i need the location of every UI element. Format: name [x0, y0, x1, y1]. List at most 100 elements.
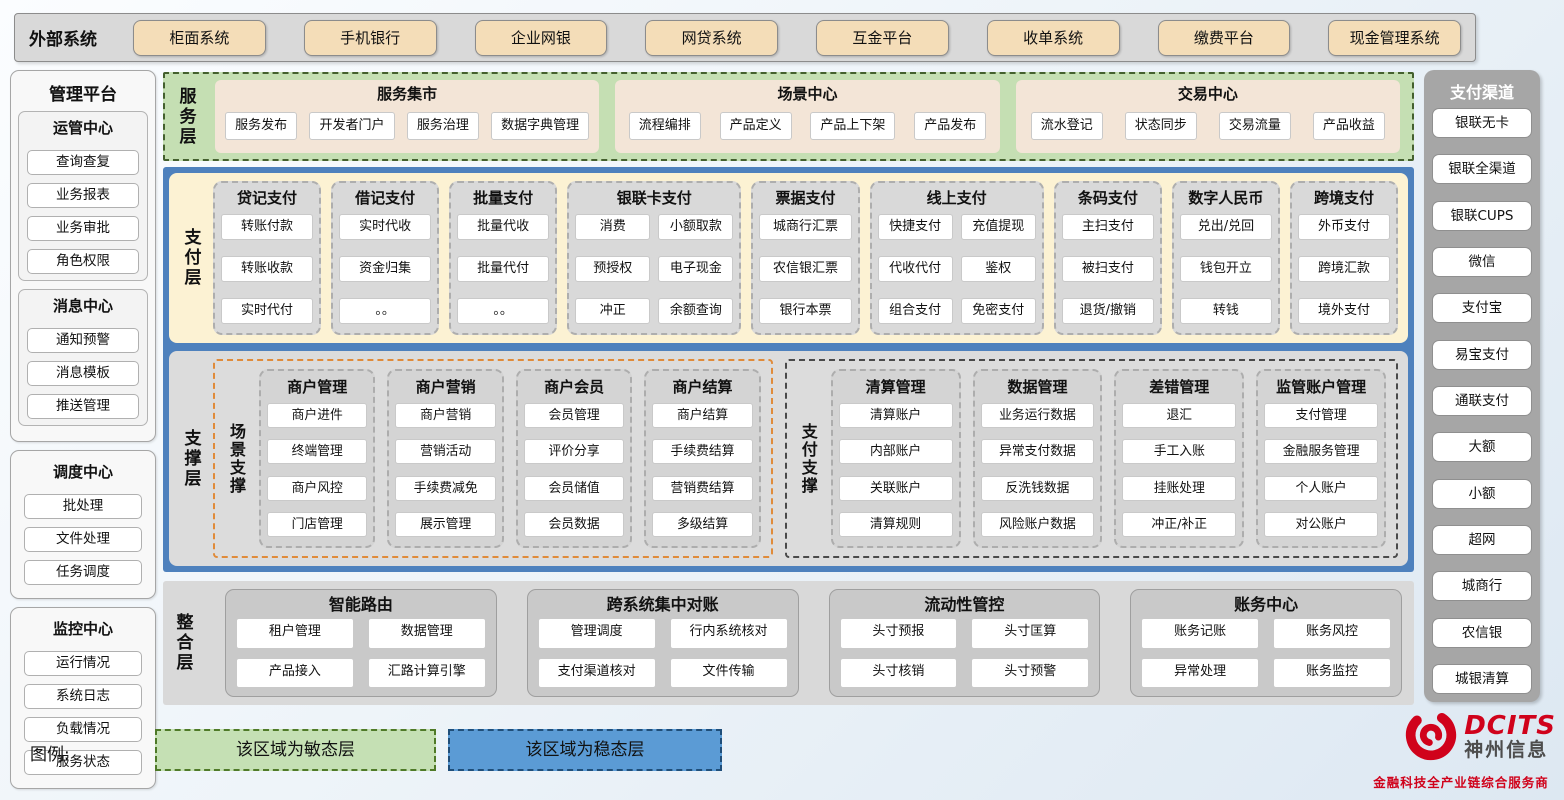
service-item-button: 产品上下架 — [810, 112, 895, 140]
support-group-items: 支付管理金融服务管理个人账户对公账户 — [1264, 400, 1378, 540]
payment-group-title: 银联卡支付 — [575, 186, 733, 211]
support-group-title: 商户营销 — [395, 374, 495, 400]
management-groups-middle: 调度中心批处理文件处理任务调度 — [10, 450, 156, 599]
payment-group-items: 快捷支付充值提现代收代付鉴权组合支付免密支付 — [878, 211, 1036, 327]
external-systems-bar: 外部系统 柜面系统手机银行企业网银网贷系统互金平台收单系统缴费平台现金管理系统 — [14, 13, 1476, 62]
management-item-button: 批处理 — [24, 494, 142, 519]
integration-item-button: 头寸核销 — [840, 658, 958, 689]
integration-item-button: 支付渠道核对 — [538, 658, 656, 689]
payment-channel-button: 城银清算 — [1432, 664, 1532, 694]
payment-item-button: 余额查询 — [658, 298, 733, 324]
service-item-button: 数据字典管理 — [491, 112, 589, 140]
legend-label: 图例: — [30, 740, 70, 765]
payment-item-button: 实时代付 — [221, 298, 313, 324]
payment-item-button: 转账收款 — [221, 256, 313, 282]
management-item-button: 负载情况 — [24, 717, 142, 742]
support-item-button: 风险账户数据 — [981, 512, 1095, 537]
support-item-button: 反洗钱数据 — [981, 476, 1095, 501]
management-group: 调度中心批处理文件处理任务调度 — [16, 456, 150, 591]
integration-item-button: 账务记账 — [1141, 618, 1259, 649]
payment-item-button: 免密支付 — [961, 298, 1036, 324]
architecture-diagram: 外部系统 柜面系统手机银行企业网银网贷系统互金平台收单系统缴费平台现金管理系统 … — [0, 0, 1564, 800]
payment-group-items: 消费小额取款预授权电子现金冲正余额查询 — [575, 211, 733, 327]
support-item-button: 商户进件 — [267, 403, 367, 428]
integration-item-button: 头寸预警 — [971, 658, 1089, 689]
support-item-button: 内部账户 — [839, 439, 953, 464]
payment-channels-list: 银联无卡银联全渠道银联CUPS微信支付宝易宝支付通联支付大额小额超网城商行农信银… — [1432, 108, 1532, 694]
payment-item-button: 电子现金 — [658, 256, 733, 282]
management-sidebar: 管理平台 运管中心查询查复业务报表业务审批角色权限消息中心通知预警消息模板推送管… — [10, 70, 156, 789]
support-item-button: 业务运行数据 — [981, 403, 1095, 428]
service-item-button: 流程编排 — [629, 112, 701, 140]
payment-item-button: 城商行汇票 — [759, 214, 851, 240]
support-item-button: 关联账户 — [839, 476, 953, 501]
payment-channel-button: 微信 — [1432, 247, 1532, 277]
support-zone-label: 支付支撑 — [797, 369, 819, 548]
support-item-button: 评价分享 — [524, 439, 624, 464]
stable-region: 支付层 贷记支付转账付款转账收款实时代付借记支付实时代收资金归集。。批量支付批量… — [163, 167, 1414, 572]
support-item-button: 个人账户 — [1264, 476, 1378, 501]
external-system-button: 现金管理系统 — [1328, 20, 1461, 56]
payment-channel-button: 银联全渠道 — [1432, 154, 1532, 184]
payment-item-button: 消费 — [575, 214, 650, 240]
payment-channels-sidebar: 支付渠道 银联无卡银联全渠道银联CUPS微信支付宝易宝支付通联支付大额小额超网城… — [1424, 70, 1540, 702]
support-item-button: 营销费结算 — [652, 476, 752, 501]
management-group-title: 调度中心 — [20, 458, 146, 486]
management-item-button: 运行情况 — [24, 651, 142, 676]
payment-group-title: 票据支付 — [759, 186, 851, 211]
payment-channels-title: 支付渠道 — [1432, 78, 1532, 108]
support-item-button: 展示管理 — [395, 512, 495, 537]
service-item-button: 产品收益 — [1313, 112, 1385, 140]
support-group-items: 商户结算手续费结算营销费结算多级结算 — [652, 400, 752, 540]
support-layer: 支撑层 场景支撑商户管理商户进件终端管理商户风控门店管理商户营销商户营销营销活动… — [169, 351, 1408, 566]
legend-agile-layer: 该区域为敏态层 — [155, 729, 436, 771]
integration-layer: 整合层 智能路由租户管理数据管理产品接入汇路计算引擎跨系统集中对账管理调度行内系… — [163, 581, 1414, 705]
support-group-title: 商户管理 — [267, 374, 367, 400]
support-item-button: 异常支付数据 — [981, 439, 1095, 464]
service-sections: 服务集市服务发布开发者门户服务治理数据字典管理场景中心流程编排产品定义产品上下架… — [215, 80, 1400, 153]
management-item-button: 系统日志 — [24, 684, 142, 709]
integration-item-button: 管理调度 — [538, 618, 656, 649]
payment-group: 批量支付批量代收批量代付。。 — [449, 181, 557, 335]
service-item-button: 产品定义 — [720, 112, 792, 140]
payment-channel-button: 易宝支付 — [1432, 340, 1532, 370]
support-group-items: 退汇手工入账挂账处理冲正/补正 — [1122, 400, 1236, 540]
support-group: 商户营销商户营销营销活动手续费减免展示管理 — [387, 369, 503, 548]
support-zone-label: 场景支撑 — [225, 369, 247, 548]
payment-item-button: 。。 — [339, 298, 431, 324]
service-item-button: 状态同步 — [1125, 112, 1197, 140]
external-system-button: 缴费平台 — [1158, 20, 1291, 56]
service-section-items: 流程编排产品定义产品上下架产品发布 — [623, 105, 991, 147]
integration-section: 智能路由租户管理数据管理产品接入汇路计算引擎 — [225, 589, 497, 697]
payment-channel-button: 农信银 — [1432, 618, 1532, 648]
payment-layer: 支付层 贷记支付转账付款转账收款实时代付借记支付实时代收资金归集。。批量支付批量… — [169, 173, 1408, 343]
management-item-button: 业务报表 — [27, 183, 139, 208]
support-item-button: 金融服务管理 — [1264, 439, 1378, 464]
payment-item-button: 转账付款 — [221, 214, 313, 240]
support-group: 商户管理商户进件终端管理商户风控门店管理 — [259, 369, 375, 548]
service-item-button: 开发者门户 — [309, 112, 394, 140]
service-layer: 服务层 服务集市服务发布开发者门户服务治理数据字典管理场景中心流程编排产品定义产… — [163, 72, 1414, 161]
payment-item-button: 主扫支付 — [1062, 214, 1154, 240]
external-system-button: 企业网银 — [475, 20, 608, 56]
payment-channel-button: 小额 — [1432, 479, 1532, 509]
support-item-button: 会员数据 — [524, 512, 624, 537]
support-group: 清算管理清算账户内部账户关联账户清算规则 — [831, 369, 961, 548]
payment-group-title: 线上支付 — [878, 186, 1036, 211]
integration-section-title: 智能路由 — [236, 592, 486, 618]
support-item-button: 商户风控 — [267, 476, 367, 501]
integration-item-button: 头寸匡算 — [971, 618, 1089, 649]
management-item-button: 业务审批 — [27, 216, 139, 241]
payment-item-button: 实时代收 — [339, 214, 431, 240]
payment-item-button: 外币支付 — [1298, 214, 1390, 240]
management-platform-title: 管理平台 — [16, 76, 150, 111]
payment-channel-button: 银联CUPS — [1432, 201, 1532, 231]
integration-section-title: 流动性管控 — [840, 592, 1090, 618]
management-groups-top: 运管中心查询查复业务报表业务审批角色权限消息中心通知预警消息模板推送管理 — [16, 111, 150, 426]
payment-item-button: 代收代付 — [878, 256, 953, 282]
payment-item-button: 小额取款 — [658, 214, 733, 240]
integration-item-button: 账务风控 — [1273, 618, 1391, 649]
support-group-title: 差错管理 — [1122, 374, 1236, 400]
service-section-title: 场景中心 — [623, 83, 991, 105]
integration-item-button: 汇路计算引擎 — [368, 658, 486, 689]
